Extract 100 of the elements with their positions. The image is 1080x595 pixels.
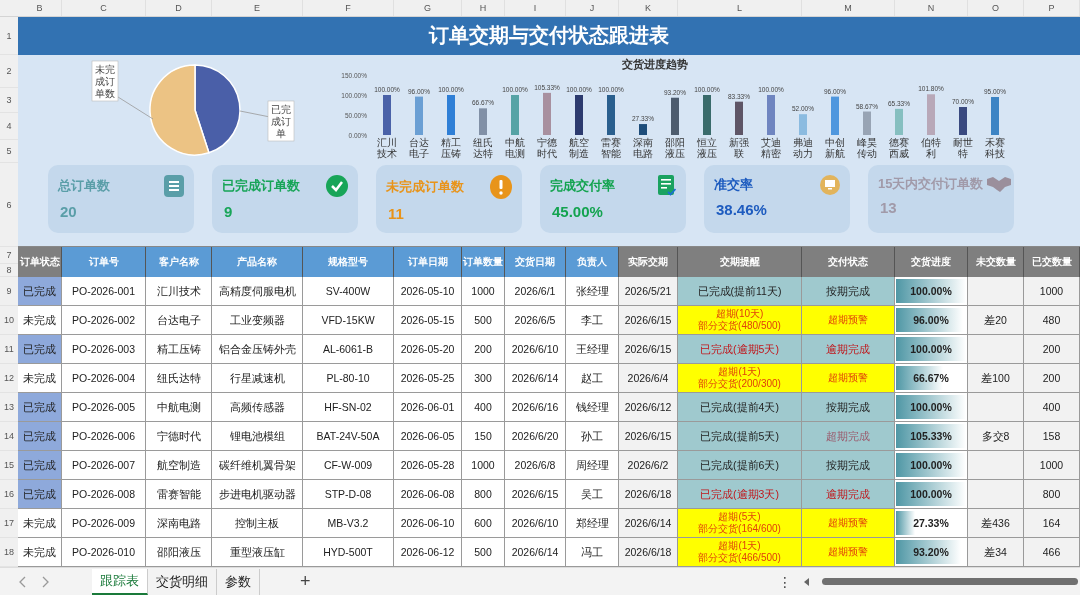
leader-line (117, 96, 154, 120)
next-sheet-icon[interactable] (40, 575, 50, 588)
table-cell: 超期完成 (802, 422, 895, 451)
table-cell: 未完成 (18, 538, 62, 567)
progress-value: 93.20% (913, 545, 949, 559)
column-header: 订单数量 (462, 247, 505, 277)
table-cell: 台达电子 (146, 306, 212, 335)
table-cell: 未完成 (18, 364, 62, 393)
column-letter: H (462, 0, 505, 16)
table-cell: PO-2026-003 (62, 335, 146, 364)
table-cell: 赵工 (566, 364, 619, 393)
kpi-value: 20 (59, 202, 78, 220)
chart-bar (799, 114, 807, 135)
table-cell: 钱经理 (566, 393, 619, 422)
progress-value: 105.33% (910, 429, 952, 443)
table-cell: 2026-05-20 (394, 335, 462, 364)
table-cell: 已完成(提前11天) (678, 277, 802, 306)
category-label: 台达电子 (409, 136, 429, 159)
monitor-icon (820, 174, 840, 195)
scroll-left-icon[interactable] (804, 577, 810, 586)
table-cell: 未完成 (18, 306, 62, 335)
table-cell: 480 (1024, 306, 1080, 335)
column-header: 负责人 (566, 247, 619, 277)
previous-sheet-icon[interactable] (18, 575, 28, 588)
more-menu-button[interactable]: ⋮ (778, 573, 792, 590)
chart-bar (383, 94, 391, 135)
table-cell: 2026-05-28 (394, 451, 462, 480)
table-cell: PO-2026-009 (62, 509, 146, 538)
table-cell: 纽氏达特 (146, 364, 212, 393)
table-cell: 2026/6/10 (505, 335, 566, 364)
table-cell: 200 (1024, 364, 1080, 393)
column-letter: B (18, 0, 62, 16)
table-cell: 2026/6/15 (619, 335, 678, 364)
table-cell: 超期(10天) 部分交货(480/500) (678, 306, 802, 335)
table-cell: 已完成 (18, 451, 62, 480)
column-letter: L (678, 0, 802, 16)
table-cell: PO-2026-007 (62, 451, 146, 480)
category-label: 中航电测 (505, 136, 525, 159)
add-sheet-button[interactable]: + (300, 571, 311, 592)
table-cell: 锂电池模组 (212, 422, 303, 451)
table-cell: 王经理 (566, 335, 619, 364)
table-cell: 164 (1024, 509, 1080, 538)
table-cell: 已完成 (18, 277, 62, 306)
table-cell: 铝合金压铸外壳 (212, 335, 303, 364)
chart-bar (991, 96, 999, 135)
horizontal-scrollbar[interactable] (822, 578, 1078, 585)
kpi-label: 准交率 (714, 175, 753, 194)
column-header: 客户名称 (146, 247, 212, 277)
kpi-label: 完成交付率 (550, 176, 615, 195)
sheet-title: 订单交期与交付状态跟进表 (18, 17, 1080, 55)
table-cell: 超期(1天) 部分交货(466/500) (678, 538, 802, 567)
table-cell: 2026/6/2 (619, 451, 678, 480)
category-label: 峰昊传动 (857, 136, 877, 159)
table-cell: 碳纤维机翼骨架 (212, 451, 303, 480)
progress-value: 100.00% (910, 284, 952, 298)
category-label: 精工压铸 (441, 136, 461, 159)
table-cell: 200 (462, 335, 505, 364)
table-cell: 控制主板 (212, 509, 303, 538)
handshake-icon (987, 174, 1012, 193)
table-cell: 已完成 (18, 393, 62, 422)
table-cell: 未完成 (18, 509, 62, 538)
table-cell: 1000 (462, 451, 505, 480)
table-cell: 逾期完成 (802, 480, 895, 509)
table-cell: 2026/6/14 (619, 509, 678, 538)
document-icon (658, 174, 676, 197)
table-cell: BAT-24V-50A (303, 422, 394, 451)
category-label: 深南电路 (633, 136, 653, 159)
table-cell: AL-6061-B (303, 335, 394, 364)
table-cell: 2026/6/18 (619, 538, 678, 567)
kpi-value: 9 (223, 202, 234, 220)
table-cell: 超期(1天) 部分交货(200/300) (678, 364, 802, 393)
table-cell: MB-V3.2 (303, 509, 394, 538)
table-cell: 已完成 (18, 480, 62, 509)
chart-bar (575, 94, 583, 135)
category-label: 伯特利 (921, 136, 941, 159)
table-cell: 2026/6/5 (505, 306, 566, 335)
chart-bar (447, 94, 455, 135)
table-cell: 300 (462, 364, 505, 393)
table-cell: 周经理 (566, 451, 619, 480)
table-cell: 2026/6/15 (619, 422, 678, 451)
table-cell: 158 (1024, 422, 1080, 451)
sheet-tab[interactable]: 参数 (217, 568, 260, 595)
category-label: 恒立液压 (697, 136, 717, 159)
category-label: 雷赛智能 (601, 136, 621, 159)
progress-value: 100.00% (910, 400, 952, 414)
sheet-tab[interactable]: 跟踪表 (92, 568, 148, 595)
column-letter: E (212, 0, 303, 16)
table-cell: 2026/5/21 (619, 277, 678, 306)
table-cell: PO-2026-001 (62, 277, 146, 306)
sheet-tab[interactable]: 交货明细 (148, 568, 217, 595)
table-cell: 已完成(提前4天) (678, 393, 802, 422)
category-label: 邵阳液压 (665, 136, 685, 159)
table-cell: 超期(5天) 部分交货(164/600) (678, 509, 802, 538)
column-header: 交货进度 (895, 247, 968, 277)
kpi-value: 11 (387, 204, 405, 222)
table-cell: 超期预警 (802, 364, 895, 393)
column-letter: J (566, 0, 619, 16)
table-cell: 500 (462, 538, 505, 567)
table-cell: 行星减速机 (212, 364, 303, 393)
table-cell: 精工压铸 (146, 335, 212, 364)
